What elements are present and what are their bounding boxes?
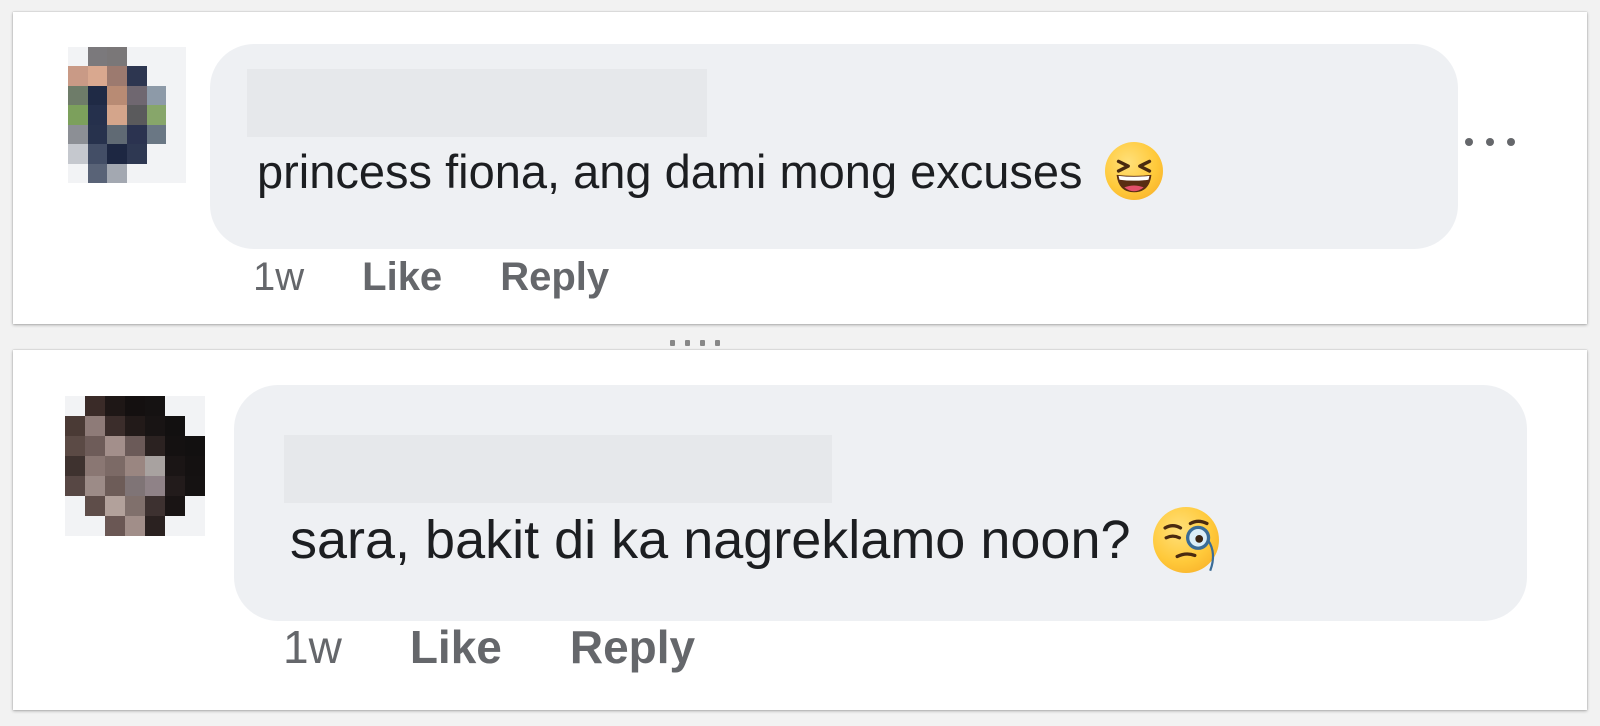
comment-body: princess fiona, ang dami mong excuses xyxy=(257,142,1163,200)
avatar[interactable] xyxy=(68,47,186,183)
comment-bubble: sara, bakit di ka nagreklamo noon? xyxy=(234,385,1527,621)
comment-bubble: princess fiona, ang dami mong excuses xyxy=(210,44,1458,249)
reply-button[interactable]: Reply xyxy=(570,620,695,674)
comment-text: princess fiona, ang dami mong excuses xyxy=(257,144,1083,198)
comment-timestamp[interactable]: 1w xyxy=(253,255,304,300)
like-button[interactable]: Like xyxy=(362,255,442,300)
reply-button[interactable]: Reply xyxy=(500,255,609,300)
comment-timestamp[interactable]: 1w xyxy=(283,620,342,674)
redacted-author-name xyxy=(284,435,832,503)
like-button[interactable]: Like xyxy=(410,620,502,674)
grinning-squinting-face-icon xyxy=(1104,142,1163,200)
comment-card: princess fiona, ang dami mong excuses 1w… xyxy=(13,12,1587,324)
comment-text: sara, bakit di ka nagreklamo noon? xyxy=(290,510,1131,570)
clipped-text-fragment xyxy=(670,340,740,348)
face-with-monocle-icon xyxy=(1152,507,1219,573)
comment-actions: 1w Like Reply xyxy=(283,620,695,674)
comment-body: sara, bakit di ka nagreklamo noon? xyxy=(290,507,1219,573)
comment-card: sara, bakit di ka nagreklamo noon? 1w Li… xyxy=(13,350,1587,710)
redacted-author-name xyxy=(247,69,707,137)
avatar[interactable] xyxy=(65,396,205,536)
more-horizontal-icon[interactable] xyxy=(1465,132,1515,152)
comment-actions: 1w Like Reply xyxy=(253,255,609,300)
